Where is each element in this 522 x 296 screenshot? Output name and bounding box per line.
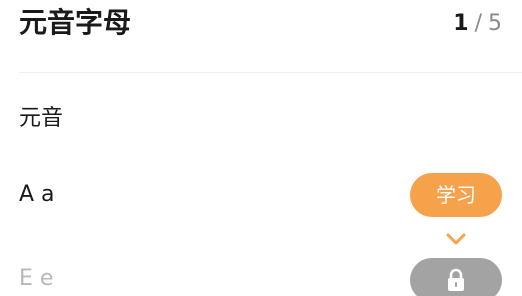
header-divider <box>19 72 522 73</box>
lock-icon <box>448 268 464 291</box>
learn-button[interactable]: 学习 <box>410 173 502 217</box>
page-current: 1 <box>453 11 469 36</box>
page-title: 元音字母 <box>19 6 132 39</box>
chevron-down-icon <box>446 233 466 245</box>
page-counter: 1/5 <box>453 8 502 40</box>
lesson-page: 元音字母 1/5 元音 A a 学习 E e <box>0 0 522 296</box>
page-separator: / <box>474 11 482 36</box>
locked-button[interactable] <box>410 258 502 296</box>
page-total: 5 <box>488 11 502 36</box>
letter-item-a: A a <box>19 182 55 207</box>
letter-item-e: E e <box>19 266 54 291</box>
section-label: 元音 <box>19 106 64 131</box>
